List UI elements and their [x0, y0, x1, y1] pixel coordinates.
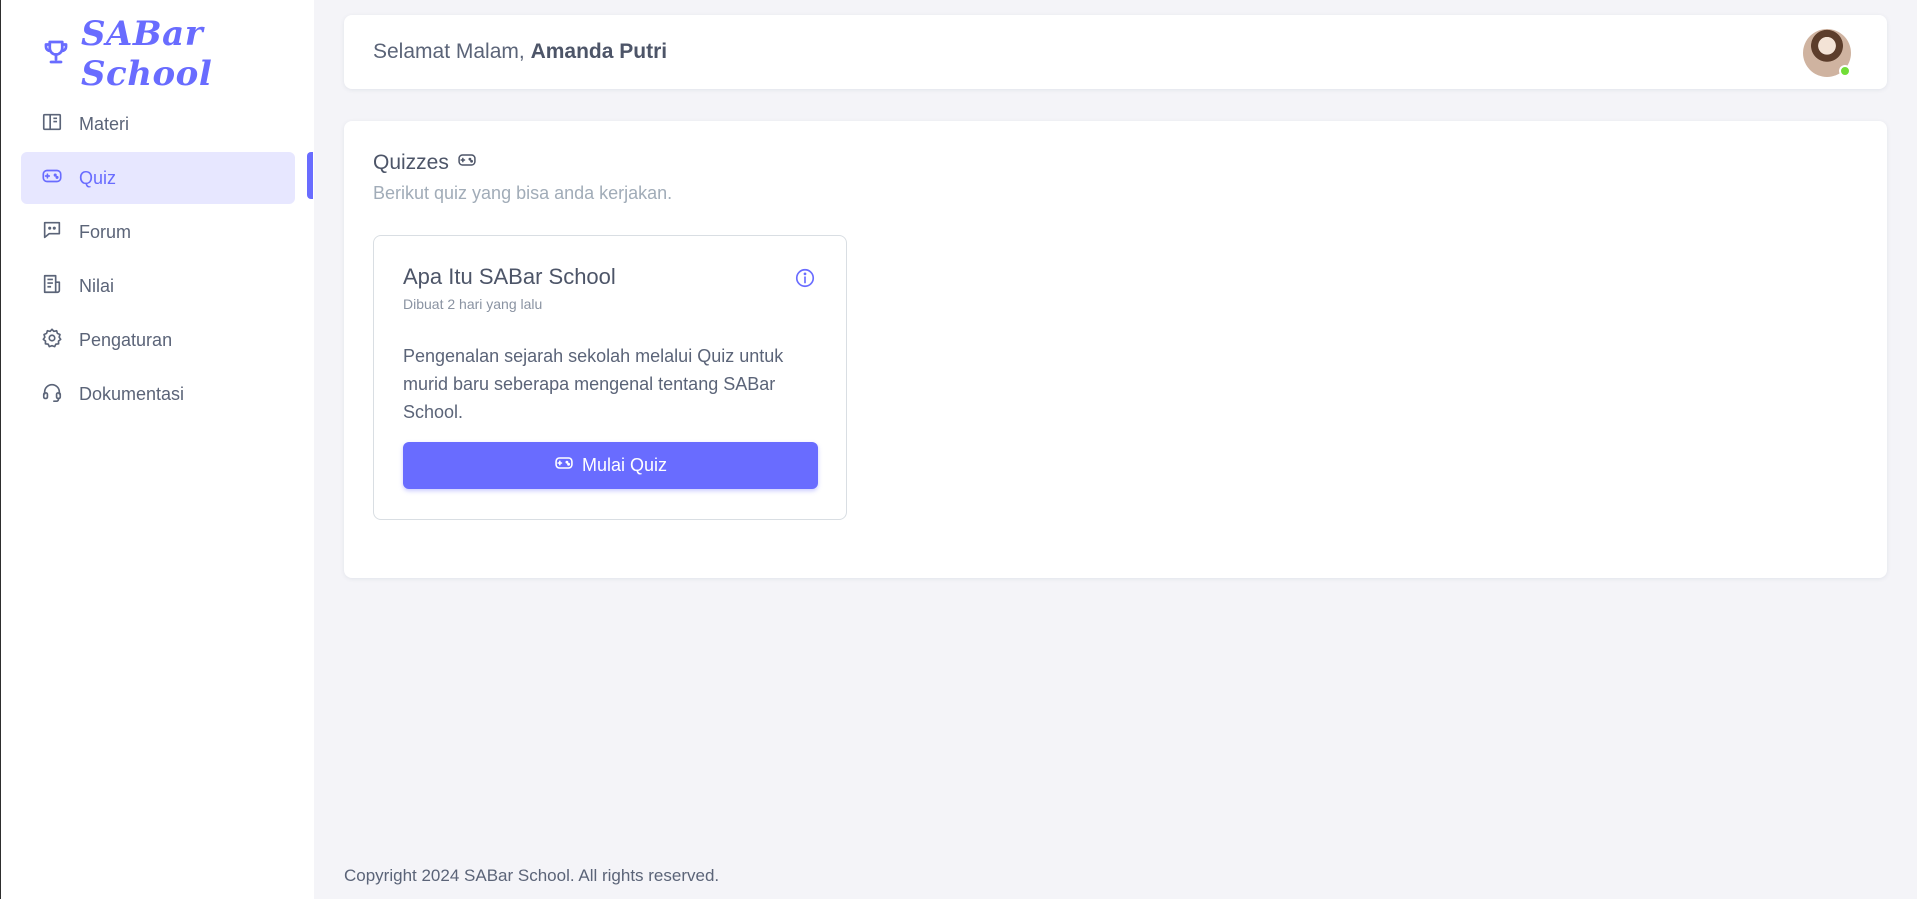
quiz-card: Apa Itu SABar School Dibuat 2 hari yang … — [373, 235, 847, 520]
greeting: Selamat Malam, Amanda Putri — [373, 40, 667, 64]
quiz-description: Pengenalan sejarah sekolah melalui Quiz … — [403, 346, 784, 422]
active-indicator — [307, 152, 313, 199]
chat-icon — [41, 219, 63, 246]
quiz-created-date: Dibuat 2 hari yang lalu — [403, 296, 543, 312]
user-name: Amanda Putri — [530, 40, 668, 63]
sidebar-item-forum[interactable]: Forum — [21, 206, 295, 258]
sidebar-item-nilai[interactable]: Nilai — [21, 260, 295, 312]
brand-logo[interactable]: SABar School — [41, 14, 314, 94]
brand-name: SABar School — [81, 14, 213, 94]
quizzes-card: Quizzes Berikut quiz yang bisa anda kerj… — [344, 121, 1887, 578]
start-quiz-label: Mulai Quiz — [581, 455, 668, 475]
gear-icon — [41, 327, 63, 354]
avatar[interactable] — [1803, 29, 1851, 77]
quiz-title: Apa Itu SABar School — [403, 264, 616, 289]
sidebar-item-label: Forum — [79, 221, 132, 242]
sidebar-item-label: Nilai — [79, 275, 115, 296]
sidebar-item-pengaturan[interactable]: Pengaturan — [21, 314, 295, 366]
footer-copyright: Copyright 2024 SABar School. All rights … — [344, 866, 720, 885]
start-quiz-button[interactable]: Mulai Quiz — [403, 442, 818, 489]
trophy-icon — [41, 37, 71, 72]
sidebar-item-materi[interactable]: Materi — [21, 98, 295, 150]
sidebar-nav: Materi Quiz Forum Nilai Pengaturan Dokum… — [21, 98, 295, 422]
sidebar-item-label: Dokumentasi — [79, 383, 185, 404]
top-navbar: Selamat Malam, Amanda Putri — [344, 15, 1887, 89]
gamepad-icon — [554, 453, 574, 478]
book-icon — [41, 111, 63, 138]
sidebar-item-label: Quiz — [79, 167, 117, 188]
sidebar-item-quiz[interactable]: Quiz — [21, 152, 295, 204]
sidebar-item-label: Materi — [79, 113, 130, 134]
gamepad-icon — [457, 150, 477, 176]
gamepad-icon — [41, 165, 63, 192]
page-title-text: Quizzes — [373, 151, 449, 174]
sidebar-item-dokumentasi[interactable]: Dokumentasi — [21, 368, 295, 420]
headset-icon — [41, 381, 63, 408]
report-icon — [41, 273, 63, 300]
page-title: Quizzes — [373, 150, 477, 176]
online-status-dot — [1839, 65, 1851, 77]
greeting-text: Selamat Malam, — [373, 40, 525, 63]
info-icon[interactable] — [794, 267, 816, 289]
sidebar: SABar School Materi Quiz Forum Nilai Pen… — [0, 0, 314, 899]
sidebar-item-label: Pengaturan — [79, 329, 173, 350]
page-subtitle: Berikut quiz yang bisa anda kerjakan. — [373, 183, 673, 203]
